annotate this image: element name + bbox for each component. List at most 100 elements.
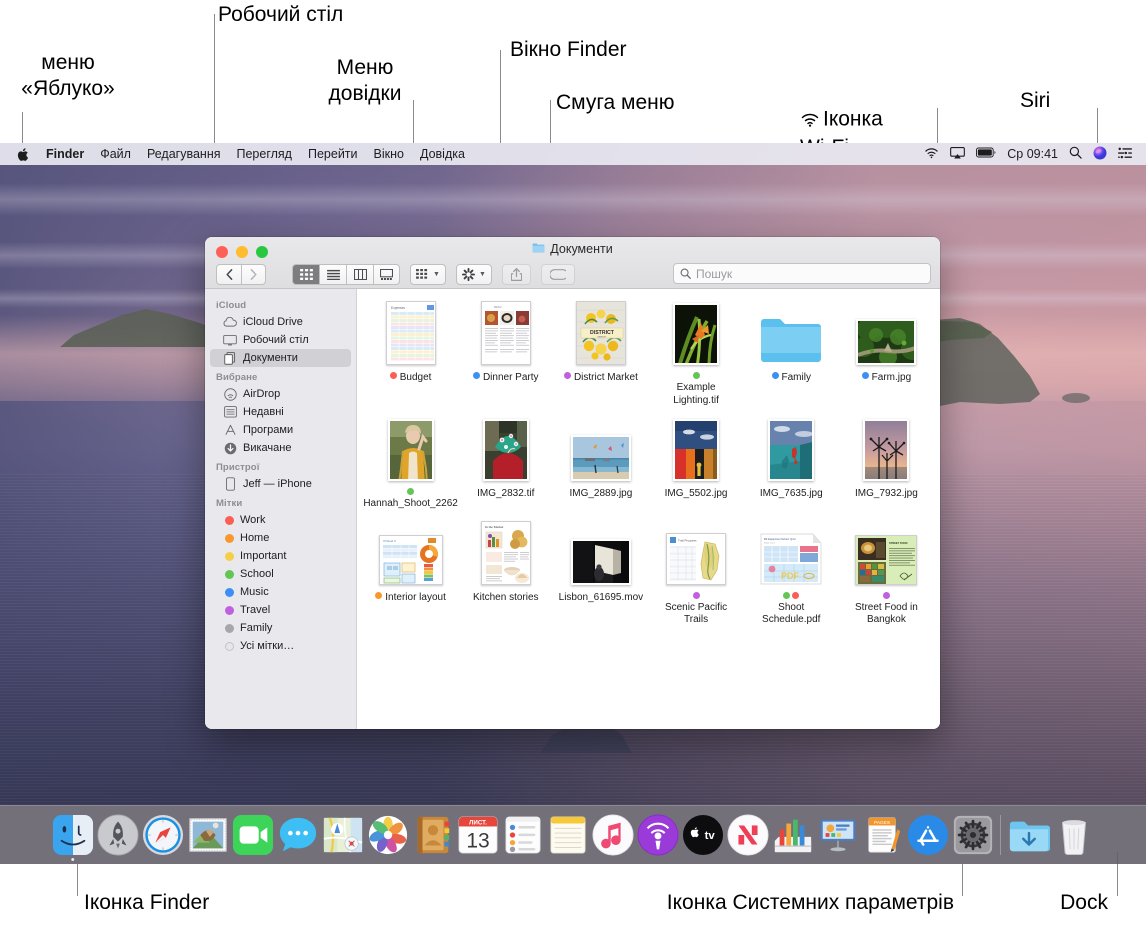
menu-item-edit[interactable]: Редагування (139, 147, 229, 161)
list-view-button[interactable] (319, 263, 346, 285)
dock-separator (1000, 815, 1001, 855)
file-item[interactable]: IMG_2832.tif (458, 417, 553, 511)
menu-item-view[interactable]: Перегляд (229, 147, 300, 161)
sidebar-item-icloud-drive[interactable]: iCloud Drive (210, 313, 351, 331)
sidebar-item-desktop[interactable]: Робочий стіл (210, 331, 351, 349)
sidebar-item-tag-school[interactable]: School (210, 565, 351, 583)
dock-item-contacts[interactable] (410, 812, 455, 858)
file-item[interactable]: Example Lighting.tif (648, 301, 743, 407)
menu-bar-clock[interactable]: Ср 09:41 (1007, 147, 1058, 161)
sidebar-item-tag-work[interactable]: Work (210, 511, 351, 529)
share-button[interactable] (501, 263, 531, 285)
file-item[interactable]: IMG_2889.jpg (553, 417, 648, 511)
file-item[interactable]: IMG_5502.jpg (648, 417, 743, 511)
sidebar-item-tag-home[interactable]: Home (210, 529, 351, 547)
file-thumbnail: STREET FOOD (855, 521, 918, 585)
battery-icon[interactable] (976, 147, 996, 161)
file-item[interactable]: BK Equipment Sched. Q4.2 Shoot 1 of 4 PD… (744, 521, 839, 627)
dock-item-safari[interactable] (140, 812, 185, 858)
dock-item-reminders[interactable] (500, 812, 545, 858)
column-view-button[interactable] (346, 263, 373, 285)
svg-text:tv: tv (704, 830, 715, 842)
wifi-icon[interactable] (924, 147, 939, 162)
apple-menu-icon[interactable] (8, 147, 38, 162)
menu-item-help[interactable]: Довідка (412, 147, 473, 161)
dock-item-calendar[interactable]: ЛИСТ. 13 (455, 812, 500, 858)
tag-dot (882, 591, 890, 599)
dock-item-mail[interactable] (185, 812, 230, 858)
dock-item-music[interactable] (590, 812, 635, 858)
file-item[interactable]: II Panel X Interior layout (363, 521, 458, 627)
dock-item-keynote[interactable] (815, 812, 860, 858)
icon-view-button[interactable] (292, 263, 319, 285)
sidebar-item-iphone[interactable]: Jeff — iPhone (210, 475, 351, 493)
forward-button[interactable] (241, 263, 266, 285)
nav-buttons[interactable] (216, 263, 266, 285)
sidebar-item-tag-important[interactable]: Important (210, 547, 351, 565)
dock-item-finder[interactable] (50, 812, 95, 861)
dock-item-system-preferences[interactable] (950, 812, 995, 858)
sidebar-item-tag-family[interactable]: Family (210, 619, 351, 637)
dock-item-notes[interactable] (545, 812, 590, 858)
tag-dot (375, 591, 383, 599)
finder-window[interactable]: Документи ▼ ▼ Пошук iCloud iCloud Drive … (205, 237, 940, 729)
menu-item-finder[interactable]: Finder (38, 147, 92, 161)
sidebar-item-recents[interactable]: Недавні (210, 403, 351, 421)
file-item[interactable]: IMG_7932.jpg (839, 417, 934, 511)
dock[interactable]: ЛИСТ. 13 tv PAGES (0, 805, 1146, 864)
group-by-button[interactable]: ▼ (410, 263, 446, 285)
finder-title-bar[interactable]: Документи ▼ ▼ Пошук (205, 237, 940, 289)
dock-item-launchpad[interactable] (95, 812, 140, 858)
file-item[interactable]: DISTRICT MARKET District Market (553, 301, 648, 407)
dock-item-news[interactable] (725, 812, 770, 858)
dock-item-trash[interactable] (1051, 812, 1096, 858)
file-item[interactable]: Trail Progress Scenic Pacific Trails (648, 521, 743, 627)
menu-item-window[interactable]: Вікно (366, 147, 412, 161)
view-mode-buttons[interactable] (292, 263, 400, 285)
dock-item-apple-tv[interactable]: tv (680, 812, 725, 858)
dock-item-podcasts[interactable] (635, 812, 680, 858)
file-item[interactable]: MENU Dinner Party (458, 301, 553, 407)
spotlight-search-icon[interactable] (1069, 146, 1082, 162)
finder-sidebar[interactable]: iCloud iCloud Drive Робочий стіл Докумен… (205, 289, 357, 729)
gallery-view-button[interactable] (373, 263, 400, 285)
action-gear-button[interactable]: ▼ (455, 263, 492, 285)
control-center-icon[interactable] (1118, 147, 1132, 162)
dock-item-pages[interactable]: PAGES (860, 812, 905, 858)
menu-item-file[interactable]: Файл (92, 147, 139, 161)
finder-toolbar[interactable]: ▼ ▼ Пошук (205, 261, 940, 287)
back-button[interactable] (216, 263, 241, 285)
file-item[interactable]: Expenses Budget (363, 301, 458, 407)
sidebar-item-documents[interactable]: Документи (210, 349, 351, 367)
leader-system-prefs-icon (962, 864, 963, 896)
dock-item-facetime[interactable] (230, 812, 275, 858)
file-item[interactable]: IMG_7635.jpg (744, 417, 839, 511)
file-item[interactable]: In the Market Kitchen stories (458, 520, 553, 627)
dock-item-photos[interactable] (365, 812, 410, 858)
sidebar-item-tag-travel[interactable]: Travel (210, 601, 351, 619)
file-item[interactable]: STREET FOOD Street Food in Bangkok (839, 521, 934, 627)
tag-button[interactable] (540, 263, 575, 285)
file-item[interactable]: Family (744, 301, 839, 407)
finder-file-grid[interactable]: Expenses Budget MENU Dinner Party DISTRI… (357, 289, 940, 729)
airplay-icon[interactable] (950, 146, 966, 162)
sidebar-item-downloads[interactable]: Викачане (210, 439, 351, 457)
sidebar-item-airdrop[interactable]: AirDrop (210, 385, 351, 403)
file-item[interactable]: Lisbon_61695.mov (553, 521, 648, 627)
siri-icon[interactable] (1093, 146, 1107, 163)
menu-bar[interactable]: Finder Файл Редагування Перегляд Перейти… (0, 143, 1146, 165)
menu-item-go[interactable]: Перейти (300, 147, 366, 161)
svg-text:In the Market: In the Market (485, 525, 504, 529)
dock-item-messages[interactable] (275, 812, 320, 858)
dock-item-downloads-folder[interactable] (1006, 812, 1051, 858)
file-name: IMG_7932.jpg (854, 488, 918, 499)
search-input[interactable]: Пошук (673, 263, 931, 284)
dock-item-numbers[interactable] (770, 812, 815, 858)
file-item[interactable]: Farm.jpg (839, 301, 934, 407)
sidebar-item-all-tags[interactable]: Усі мітки… (210, 637, 351, 655)
sidebar-item-applications[interactable]: Програми (210, 421, 351, 439)
file-item[interactable]: Hannah_Shoot_2262 (363, 417, 458, 511)
sidebar-item-tag-music[interactable]: Music (210, 583, 351, 601)
dock-item-app-store[interactable] (905, 812, 950, 858)
dock-item-maps[interactable] (320, 812, 365, 858)
